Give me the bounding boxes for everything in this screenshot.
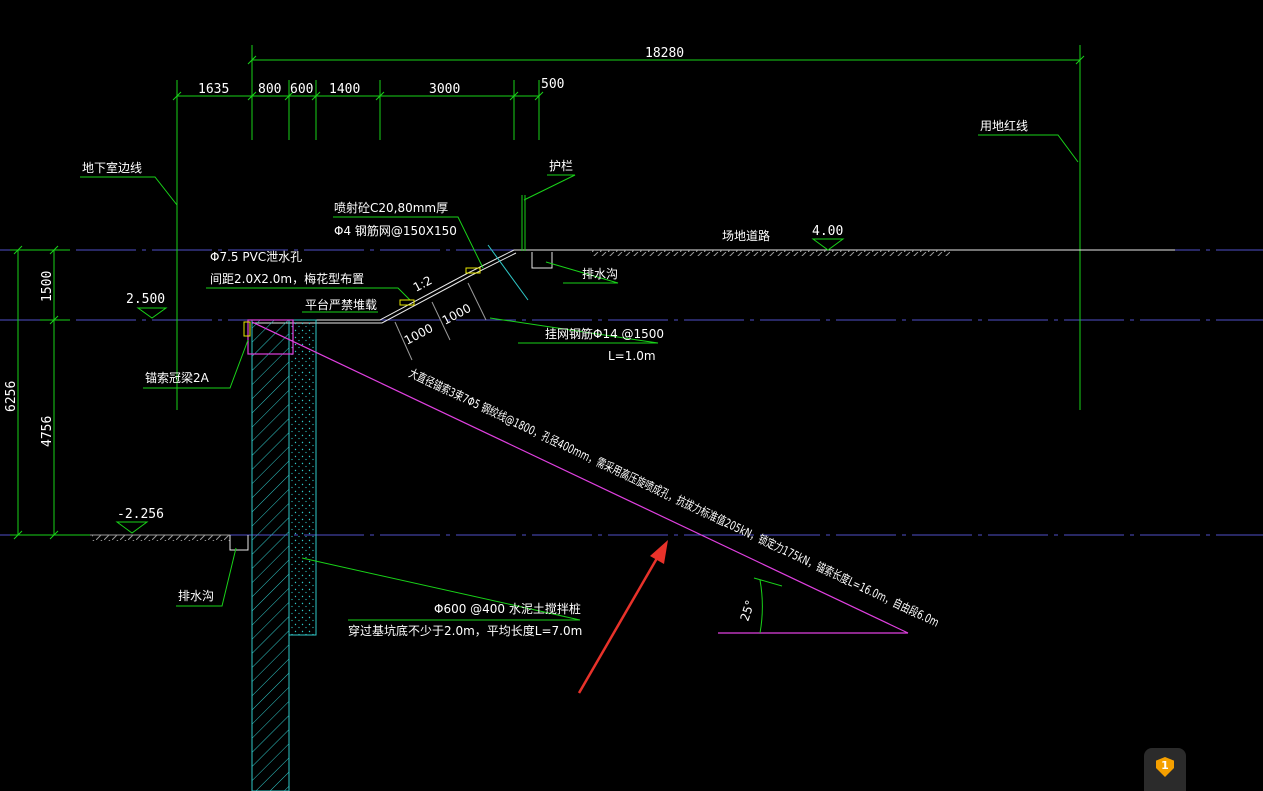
- label-site-road: 场地道路: [722, 228, 770, 243]
- label-nail-2: L=1.0m: [608, 349, 656, 363]
- label-platform: 平台严禁堆载: [305, 297, 377, 312]
- dim-left-total: 6256: [4, 381, 19, 412]
- badge-count: 1: [1161, 759, 1169, 772]
- elev-ground: 4.00: [812, 224, 843, 239]
- label-slope-ratio: 1:2: [411, 273, 435, 294]
- elev-platform: 2.500: [126, 292, 165, 307]
- label-slope-len-2: 1000: [440, 301, 474, 328]
- annotations: 地下室边线 用地红线 护栏 场地道路 喷射砼C20,80mm厚 Φ4 钢筋网@1…: [82, 118, 1028, 638]
- dim-seg-3: 600: [290, 82, 313, 97]
- label-shotcrete: 喷射砼C20,80mm厚: [334, 200, 448, 215]
- reference-lines: [0, 249, 1263, 536]
- support-pile: [243, 319, 317, 791]
- label-pvc-hole-2: 间距2.0X2.0m，梅花型布置: [210, 271, 364, 286]
- label-pile-2: 穿过基坑底不少于2.0m，平均长度L=7.0m: [348, 623, 582, 638]
- label-nail-1: 挂网钢筋Φ14 @1500: [545, 326, 664, 341]
- label-drain-bottom: 排水沟: [178, 589, 214, 603]
- label-angle: 25°: [738, 598, 758, 623]
- cad-drawing: 18280 1635 800 600 1400 3000 500 6256 15…: [0, 45, 1263, 791]
- shield-icon: 1: [1156, 757, 1174, 777]
- notification-badge[interactable]: 1: [1144, 748, 1186, 791]
- label-pvc-hole-1: Φ7.5 PVC泄水孔: [210, 250, 302, 264]
- label-drain-top: 排水沟: [582, 267, 618, 281]
- label-slope-len-1: 1000: [402, 321, 436, 348]
- label-mesh: Φ4 钢筋网@150X150: [334, 223, 457, 238]
- anchor-line: [251, 321, 909, 634]
- red-arrow: [577, 540, 668, 694]
- label-guardrail: 护栏: [549, 158, 573, 173]
- label-crown-beam: 锚索冠梁2A: [145, 370, 210, 385]
- dim-seg-4: 1400: [329, 82, 360, 97]
- dim-total: 18280: [645, 46, 684, 61]
- elev-pit: -2.256: [117, 507, 164, 522]
- label-anchor: 大直径锚索3束7Φ5 钢绞线@1800，孔径400mm，需采用高压旋喷成孔，抗拔…: [407, 365, 942, 629]
- dim-left-upper: 1500: [40, 271, 55, 302]
- label-property-line: 用地红线: [980, 118, 1028, 133]
- dim-seg-5: 3000: [429, 82, 460, 97]
- left-dimensions: 6256 1500 4756: [4, 245, 230, 540]
- dim-seg-2: 800: [258, 82, 281, 97]
- label-pile-1: Φ600 @400 水泥土搅拌桩: [434, 601, 581, 616]
- dim-left-lower: 4756: [40, 416, 55, 447]
- dim-seg-6: 500: [541, 77, 564, 92]
- dim-seg-1: 1635: [198, 82, 229, 97]
- label-basement-line: 地下室边线: [82, 160, 142, 175]
